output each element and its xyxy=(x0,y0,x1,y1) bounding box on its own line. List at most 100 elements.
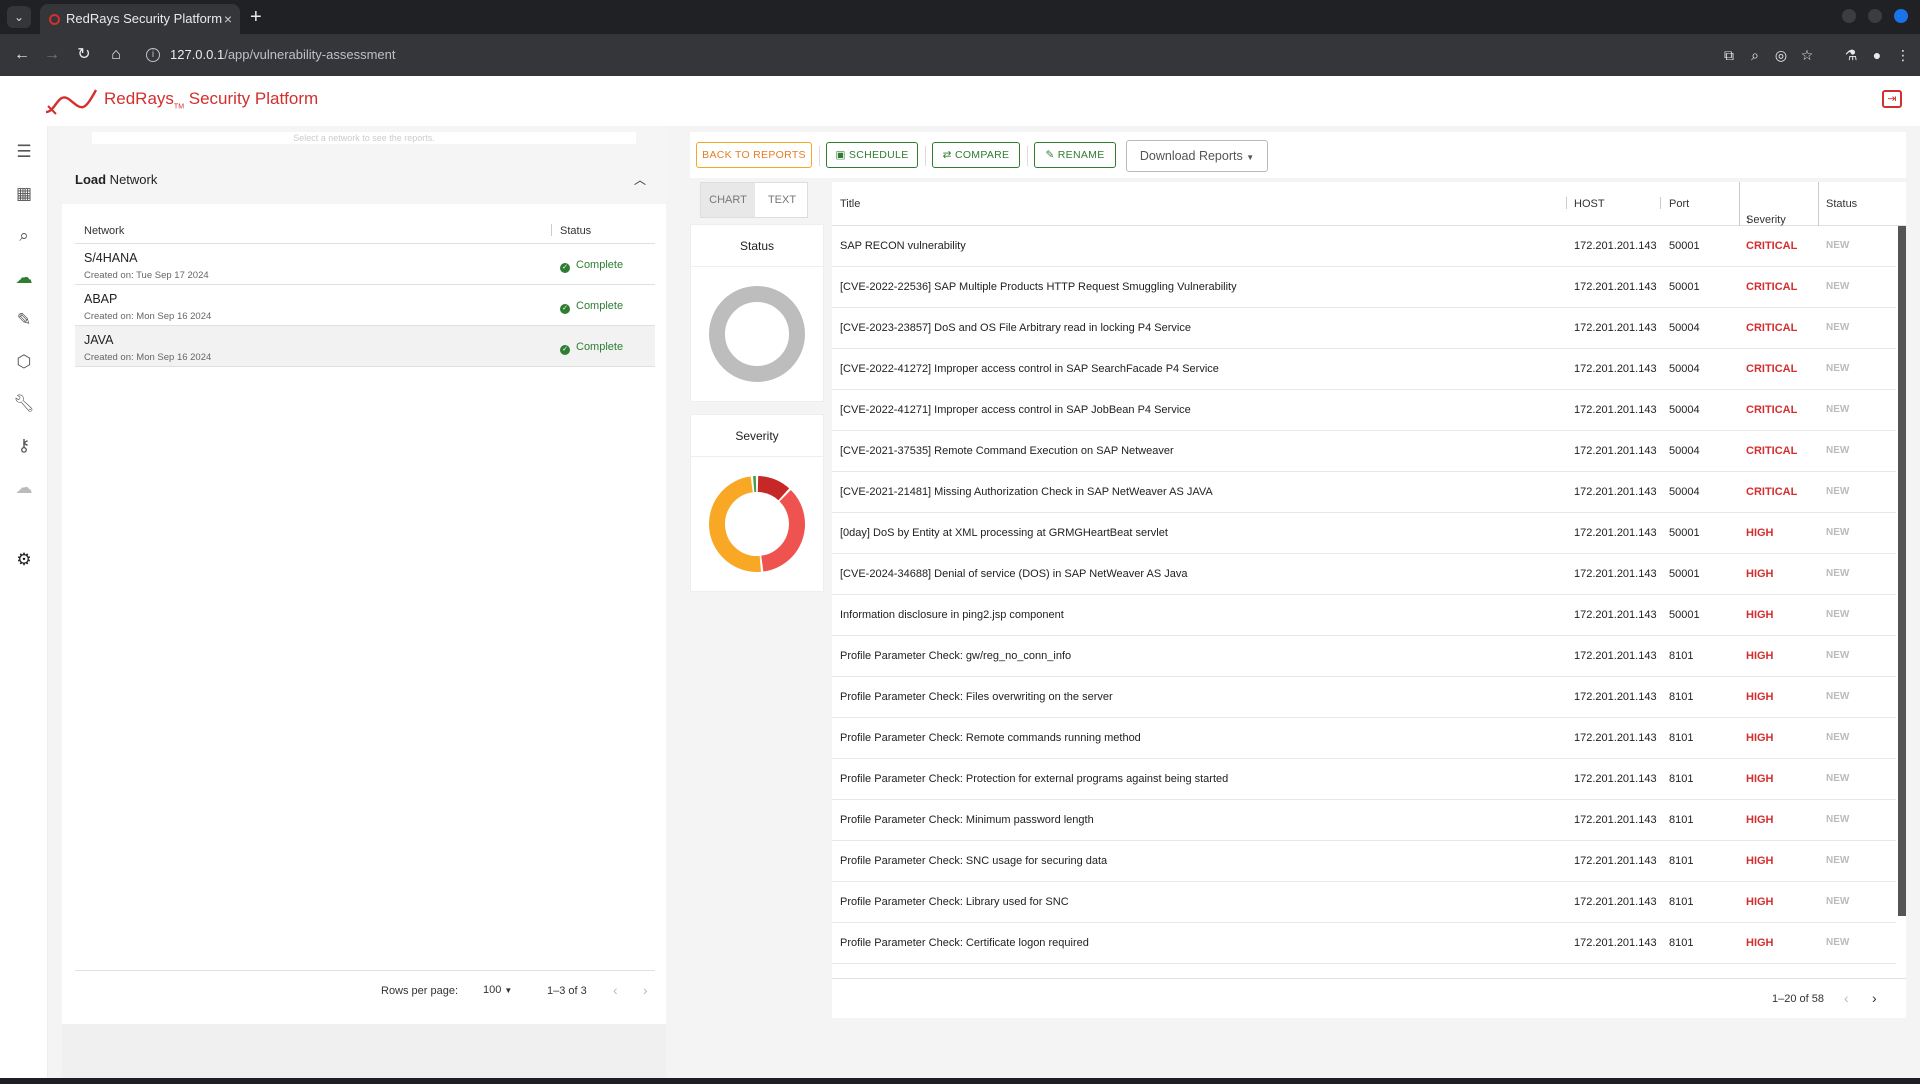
minimize-icon[interactable] xyxy=(1842,9,1856,23)
col-status[interactable]: Status xyxy=(560,225,591,237)
browser-tab[interactable]: RedRays Security Platform × xyxy=(40,4,240,34)
network-status: ✓ Complete xyxy=(560,300,623,314)
kebab-menu-icon[interactable]: ⋮ xyxy=(1890,43,1916,67)
check-circle-icon: ✓ xyxy=(560,345,570,355)
table-row[interactable]: Information disclosure in ping2.jsp comp… xyxy=(832,595,1896,636)
table-row[interactable]: Profile Parameter Check: Minimum passwor… xyxy=(832,800,1896,841)
grid-pagination: 1–20 of 58 ‹ › xyxy=(832,978,1906,1018)
network-row[interactable]: S/4HANA Created on: Tue Sep 17 2024 ✓ Com… xyxy=(75,244,655,285)
compare-button[interactable]: ⇄ COMPARE xyxy=(932,142,1020,168)
table-row[interactable]: Profile Parameter Check: Protection for … xyxy=(832,759,1896,800)
table-row[interactable]: Profile Parameter Check: Certificate log… xyxy=(832,923,1896,964)
table-row[interactable]: [CVE-2022-41272] Improper access control… xyxy=(832,349,1896,390)
tab-close-icon[interactable]: × xyxy=(224,4,232,34)
cell-status: NEW xyxy=(1826,322,1850,333)
bookmark-star-icon[interactable]: ☆ xyxy=(1794,43,1820,67)
home-icon[interactable]: ⌂ xyxy=(104,43,128,67)
col-status[interactable]: Status xyxy=(1826,198,1857,210)
logout-icon[interactable]: ⇥ xyxy=(1882,90,1902,108)
table-row[interactable]: [CVE-2021-37535] Remote Command Executio… xyxy=(832,431,1896,472)
cell-status: NEW xyxy=(1826,814,1850,825)
check-circle-icon: ✓ xyxy=(560,304,570,314)
prev-page-icon[interactable]: ‹ xyxy=(1844,990,1849,1006)
table-row[interactable]: [CVE-2023-23857] DoS and OS File Arbitra… xyxy=(832,308,1896,349)
reload-icon[interactable]: ↻ xyxy=(72,43,96,67)
table-row[interactable]: [CVE-2022-41271] Improper access control… xyxy=(832,390,1896,431)
eye-off-icon[interactable]: ◎ xyxy=(1768,43,1794,67)
search-icon[interactable]: ⌕ xyxy=(12,224,36,248)
grid-scrollbar[interactable] xyxy=(1898,226,1906,916)
table-row[interactable]: Profile Parameter Check: SNC usage for s… xyxy=(832,841,1896,882)
network-row-selected[interactable]: JAVA Created on: Mon Sep 16 2024 ✓ Comple… xyxy=(75,326,655,367)
rows-per-page-select[interactable]: 100 ▼ xyxy=(483,984,512,996)
next-page-icon[interactable]: › xyxy=(643,982,648,998)
cell-port: 8101 xyxy=(1669,896,1694,908)
install-app-icon[interactable]: ⧉ xyxy=(1716,43,1742,67)
download-reports-dropdown[interactable]: Download Reports ▼ xyxy=(1126,140,1268,172)
table-row[interactable]: Profile Parameter Check: gw/reg_no_conn_… xyxy=(832,636,1896,677)
table-row[interactable]: Profile Parameter Check: Remote commands… xyxy=(832,718,1896,759)
cell-severity: HIGH xyxy=(1746,568,1774,580)
network-row[interactable]: ABAP Created on: Mon Sep 16 2024 ✓ Comple… xyxy=(75,285,655,326)
col-title[interactable]: Title xyxy=(840,198,860,210)
new-tab-plus-icon[interactable]: + xyxy=(250,4,262,30)
table-row[interactable]: [CVE-2021-21481] Missing Authorization C… xyxy=(832,472,1896,513)
col-network[interactable]: Network xyxy=(84,225,124,237)
cell-title: Profile Parameter Check: Files overwriti… xyxy=(840,691,1113,703)
pencil-icon[interactable]: ✎ xyxy=(12,308,36,332)
grid-header: Title HOST Port Severity ↓ Status xyxy=(832,182,1906,226)
status-slice-new[interactable] xyxy=(709,286,805,382)
key-icon[interactable]: ⚷ xyxy=(12,434,36,458)
maximize-icon[interactable] xyxy=(1868,9,1882,23)
tab-chart[interactable]: CHART xyxy=(701,183,755,217)
cell-severity: HIGH xyxy=(1746,773,1774,785)
table-row[interactable]: SAP RECON vulnerability 172.201.201.143 50… xyxy=(832,226,1896,267)
window-controls xyxy=(1830,9,1908,28)
network-page-range: 1–3 of 3 xyxy=(547,985,587,997)
severity-slice-medium[interactable] xyxy=(709,476,761,572)
network-panel: Select a network to see the reports. Loa… xyxy=(62,126,666,1078)
col-host[interactable]: HOST xyxy=(1574,198,1605,210)
table-row[interactable]: [0day] DoS by Entity at XML processing a… xyxy=(832,513,1896,554)
sidebar: ☰ ▦ ⌕ ☁ ✎ ⬡ 🔧︎ ⚷ ☁ ⚙ xyxy=(0,126,48,1078)
severity-slice-high[interactable] xyxy=(760,489,805,572)
severity-slice-critical[interactable] xyxy=(757,476,790,501)
zoom-icon[interactable]: ⌕ xyxy=(1742,43,1768,67)
grid-icon[interactable]: ▦ xyxy=(12,182,36,206)
site-info-icon[interactable]: i xyxy=(146,48,160,62)
grid-scrollbar-thumb[interactable] xyxy=(1898,226,1906,916)
next-page-icon[interactable]: › xyxy=(1872,990,1877,1006)
tab-search-chevron-icon[interactable]: ⌄ xyxy=(7,6,31,28)
list-indent-icon[interactable]: ☰ xyxy=(12,140,36,164)
chevron-up-icon[interactable]: ︿ xyxy=(634,171,646,188)
rename-button[interactable]: ✎ RENAME xyxy=(1034,142,1116,168)
back-to-reports-button[interactable]: BACK TO REPORTS xyxy=(696,142,812,168)
profile-icon[interactable]: ● xyxy=(1864,43,1890,67)
wrench-icon[interactable]: 🔧︎ xyxy=(12,392,36,416)
cloud-lightning-icon[interactable]: ☁ xyxy=(12,266,36,290)
cell-port: 8101 xyxy=(1669,691,1694,703)
cell-host: 172.201.201.143 xyxy=(1574,281,1657,293)
cell-status: NEW xyxy=(1826,486,1850,497)
toolbar-separator xyxy=(1027,146,1028,166)
cloud-icon[interactable]: ☁ xyxy=(12,476,36,500)
vulnerability-grid: Title HOST Port Severity ↓ Status SAP RE… xyxy=(832,182,1906,1018)
table-row[interactable]: Profile Parameter Check: Library used fo… xyxy=(832,882,1896,923)
column-separator xyxy=(1566,197,1567,209)
schedule-button[interactable]: ▣ SCHEDULE xyxy=(826,142,918,168)
close-window-icon[interactable] xyxy=(1894,9,1908,23)
table-row[interactable]: [CVE-2024-34688] Denial of service (DOS)… xyxy=(832,554,1896,595)
col-port[interactable]: Port xyxy=(1669,198,1689,210)
forward-arrow-icon[interactable]: → xyxy=(40,43,64,67)
hexagon-icon[interactable]: ⬡ xyxy=(12,350,36,374)
prev-page-icon[interactable]: ‹ xyxy=(613,982,618,998)
tab-text[interactable]: TEXT xyxy=(755,183,809,217)
labs-flask-icon[interactable]: ⚗ xyxy=(1838,43,1864,67)
address-bar[interactable]: i 127.0.0.1/app/vulnerability-assessment xyxy=(138,41,1678,69)
back-arrow-icon[interactable]: ← xyxy=(10,43,34,67)
table-row[interactable]: [CVE-2022-22536] SAP Multiple Products H… xyxy=(832,267,1896,308)
gear-icon[interactable]: ⚙ xyxy=(12,548,36,572)
cell-host: 172.201.201.143 xyxy=(1574,527,1657,539)
cell-severity: CRITICAL xyxy=(1746,240,1798,252)
table-row[interactable]: Profile Parameter Check: Files overwriti… xyxy=(832,677,1896,718)
